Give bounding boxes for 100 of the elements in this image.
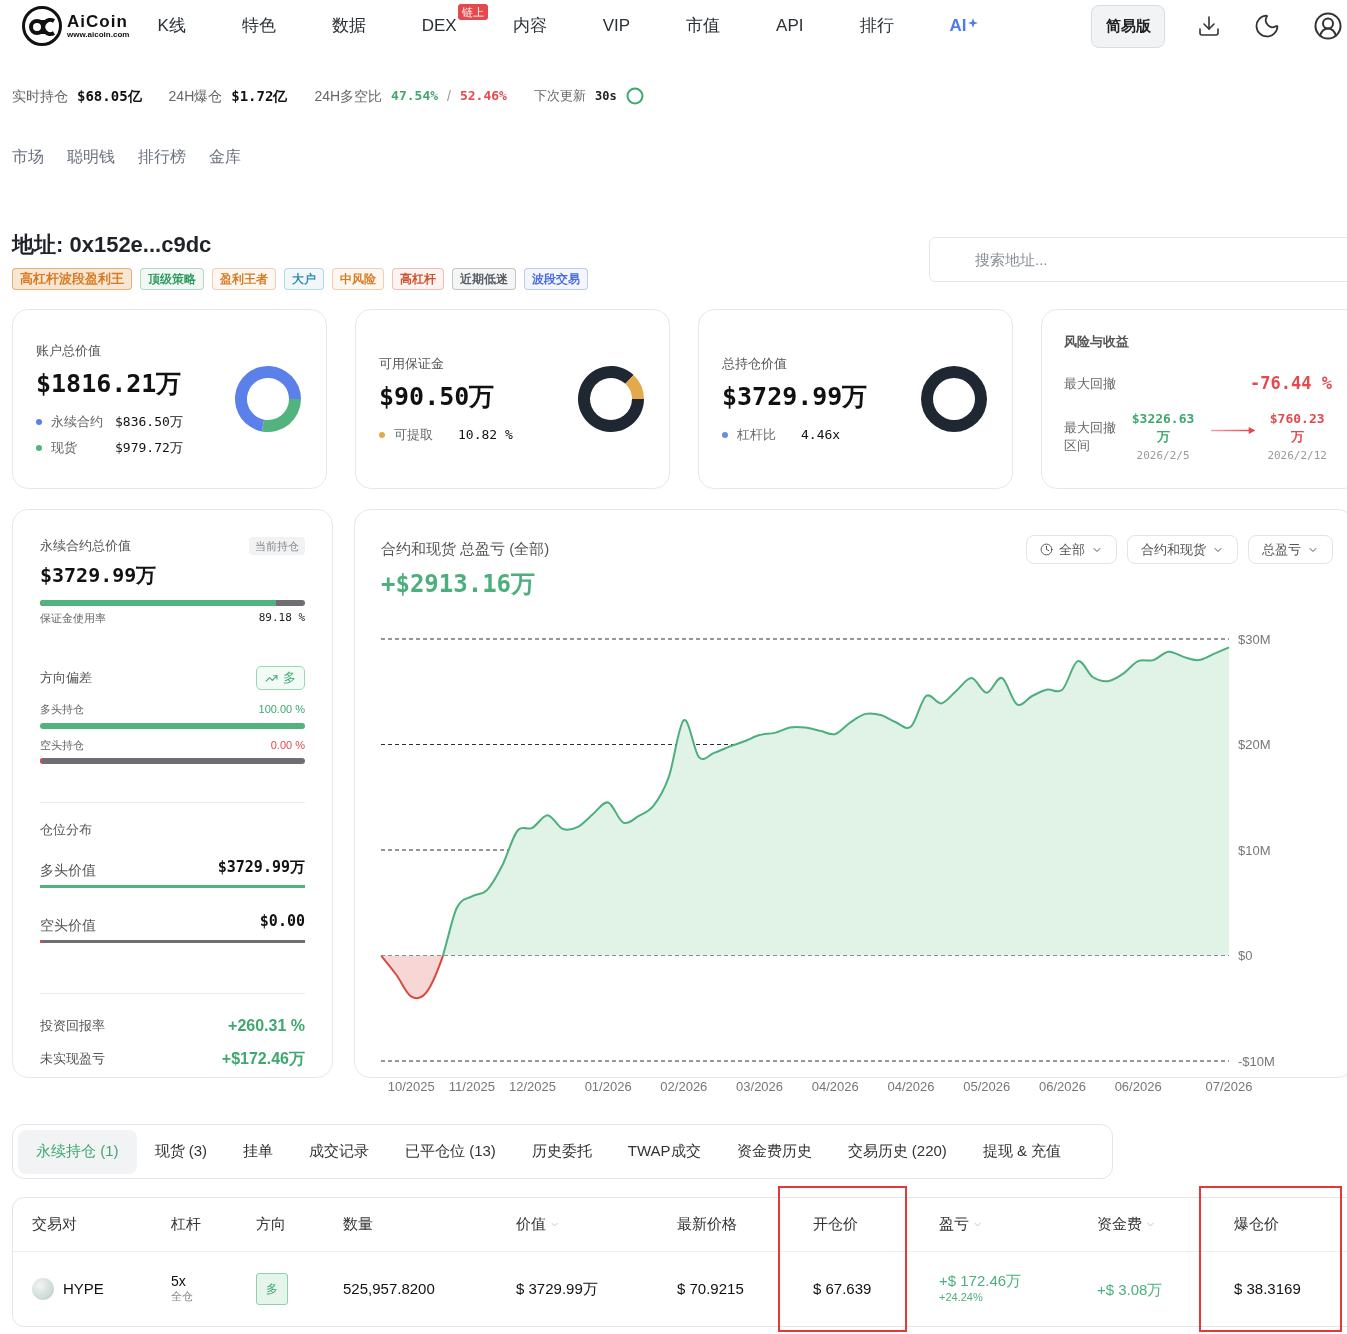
metric-value: $3729.99万 <box>217 856 305 878</box>
card-label: 风险与收益 <box>1064 333 1130 351</box>
metric-label: 空头价值 <box>40 915 96 935</box>
refresh-countdown: 30s <box>594 88 617 105</box>
tab[interactable]: 已平仓位 (13) <box>387 1129 514 1174</box>
tab[interactable]: TWAP成交 <box>609 1129 719 1174</box>
tag: 中风险 <box>332 268 384 290</box>
tag: 高杠杆波段盈利王 <box>12 268 132 290</box>
nav-link[interactable]: K线 <box>157 13 186 39</box>
side-badge: 多 <box>256 1273 288 1305</box>
status-badge: 当前持仓 <box>249 536 305 555</box>
stat-label: 24H多空比 <box>314 86 383 106</box>
column-header[interactable]: 价值 <box>516 1213 560 1236</box>
nav-link[interactable]: VIP <box>602 13 631 39</box>
nav-link[interactable]: 排行 <box>859 13 894 39</box>
sub-nav-link[interactable]: 排行榜 <box>138 145 186 169</box>
metric-value: $0.00 <box>259 911 305 932</box>
sparkle-icon <box>967 18 978 28</box>
card-value: $1816.21万 <box>36 368 183 401</box>
table-cell-text: 525,957.8200 <box>343 1278 435 1299</box>
tag: 顶级策略 <box>140 268 204 290</box>
range-start-date: 2026/2/5 <box>1136 448 1190 464</box>
column-header: 爆仓价 <box>1234 1214 1279 1235</box>
card-label: 总持仓价值 <box>722 354 788 373</box>
x-axis-label: 04/2026 <box>887 1079 935 1094</box>
column-header: 交易对 <box>32 1214 77 1235</box>
column-header[interactable]: 盈亏 <box>939 1213 983 1236</box>
coin-icon <box>32 1278 54 1300</box>
drawdown-value: -76.44 % <box>1250 371 1332 395</box>
download-icon[interactable] <box>1197 14 1221 38</box>
metric-label: 最大回撤区间 <box>1064 419 1117 456</box>
mode-button[interactable]: 简易版 <box>1091 4 1165 48</box>
y-axis-label: -$10M <box>1238 1053 1275 1069</box>
tab[interactable]: 现货 (3) <box>136 1129 225 1174</box>
ratio-separator: / <box>447 86 451 106</box>
sub-nav-link[interactable]: 金库 <box>209 145 241 169</box>
metric-label: 投资回报率 <box>40 1016 105 1035</box>
x-axis-label: 07/2026 <box>1205 1079 1253 1094</box>
user-icon[interactable] <box>1313 11 1343 41</box>
nav-link[interactable]: 市值 <box>686 13 721 39</box>
nav-link[interactable]: DEX <box>421 13 457 39</box>
logo-icon[interactable] <box>22 6 62 46</box>
filter-dropdown[interactable]: 总盈亏 <box>1248 535 1333 564</box>
metric-label: 最大回撤 <box>1064 374 1116 393</box>
nav-link[interactable]: 数据 <box>331 13 366 39</box>
pair-name: HYPE <box>63 1278 104 1299</box>
search-field[interactable]: 搜索地址... <box>929 237 1347 282</box>
x-axis-label: 06/2026 <box>1114 1079 1162 1094</box>
direction-badge: 多 <box>256 666 305 690</box>
tab[interactable]: 交易历史 (220) <box>829 1129 965 1174</box>
metric-label: 保证金使用率 <box>40 610 106 626</box>
x-axis-label: 06/2026 <box>1038 1079 1086 1094</box>
return-value: +260.31 % <box>228 1015 305 1036</box>
nav-link[interactable]: 内容 <box>512 13 547 39</box>
x-axis-label: 10/2025 <box>387 1079 435 1094</box>
refresh-label: 下次更新 <box>533 87 586 106</box>
panel-title: 永续合约总价值 <box>40 537 131 555</box>
column-header: 最新价格 <box>677 1214 737 1235</box>
legend-label: 永续合约 <box>51 413 103 432</box>
y-axis-label: $20M <box>1238 737 1271 752</box>
tab[interactable]: 提现 & 充值 <box>964 1129 1080 1174</box>
card-value: $3729.99万 <box>722 381 868 413</box>
metric-label: 未实现盈亏 <box>40 1049 105 1068</box>
nav-link[interactable]: API <box>776 13 804 39</box>
card-label: 账户总价值 <box>36 341 102 360</box>
tab[interactable]: 资金费历史 <box>718 1129 830 1174</box>
column-header: 方向 <box>256 1214 286 1235</box>
range-end-value: $760.23万 <box>1268 410 1326 446</box>
chart-title: 合约和现货 总盈亏 (全部) <box>381 539 550 560</box>
legend-label: 现货 <box>51 438 78 457</box>
tab[interactable]: 挂单 <box>225 1129 291 1174</box>
gain-value: +$ 172.46万 <box>939 1272 1022 1289</box>
filter-dropdown[interactable]: 全部 <box>1026 535 1117 564</box>
short-ratio: 52.46% <box>459 87 507 106</box>
table-cell-text: $ 38.3169 <box>1234 1278 1301 1299</box>
legend-value: 4.46x <box>801 426 841 444</box>
long-ratio: 47.54% <box>391 87 439 106</box>
legend-value: 10.82 % <box>458 426 513 444</box>
nav-link[interactable]: AI <box>949 13 978 39</box>
tab[interactable]: 成交记录 <box>291 1129 387 1174</box>
sub-nav-link[interactable]: 聪明钱 <box>67 145 115 169</box>
sub-nav-link[interactable]: 市场 <box>12 145 44 169</box>
stat-value: $68.05亿 <box>77 86 142 106</box>
moon-icon[interactable] <box>1253 12 1281 40</box>
nav-link[interactable]: 特色 <box>241 13 276 39</box>
tab[interactable]: 历史委托 <box>513 1129 610 1174</box>
x-axis-label: 12/2025 <box>508 1079 556 1094</box>
chart-total-value: +$2913.16万 <box>381 569 537 600</box>
x-axis-label: 01/2026 <box>584 1079 632 1094</box>
panel-value: $3729.99万 <box>40 561 158 589</box>
card-label: 可用保证金 <box>379 354 445 373</box>
metric-label: 空头持仓 <box>40 737 84 753</box>
column-header[interactable]: 资金费 <box>1097 1213 1156 1236</box>
metric-label: 多头持仓 <box>40 702 84 717</box>
gain-percent: +24.24% <box>939 1290 984 1305</box>
countdown-ring-icon <box>625 87 644 105</box>
tag: 盈利王者 <box>212 268 276 290</box>
y-axis-label: $30M <box>1238 631 1271 647</box>
y-axis-label: $10M <box>1238 842 1271 858</box>
filter-dropdown[interactable]: 合约和现货 <box>1127 535 1238 564</box>
